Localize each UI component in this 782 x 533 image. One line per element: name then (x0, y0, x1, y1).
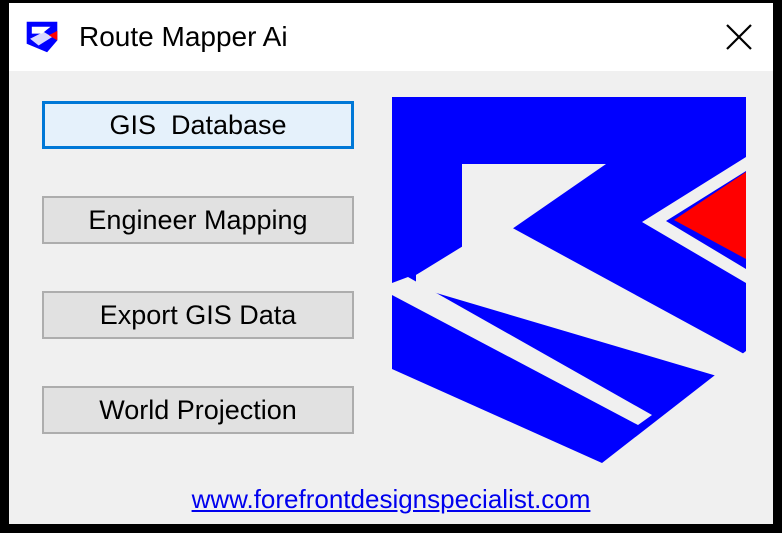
title-bar[interactable]: Route Mapper Ai (9, 3, 773, 71)
route-mapper-logo (392, 97, 746, 463)
client-area: GIS Database Engineer Mapping Export GIS… (9, 71, 773, 524)
export-gis-data-button[interactable]: Export GIS Data (42, 291, 354, 339)
route-mapper-logo-icon (26, 21, 58, 53)
window-title: Route Mapper Ai (79, 21, 288, 52)
app-window: Route Mapper Ai GIS Database Engineer Ma… (0, 0, 782, 533)
world-projection-button[interactable]: World Projection (42, 386, 354, 434)
gis-database-button[interactable]: GIS Database (42, 101, 354, 149)
close-button[interactable] (705, 3, 773, 71)
close-icon (726, 24, 752, 50)
engineer-mapping-button[interactable]: Engineer Mapping (42, 196, 354, 244)
website-link[interactable]: www.forefrontdesignspecialist.com (9, 484, 773, 515)
